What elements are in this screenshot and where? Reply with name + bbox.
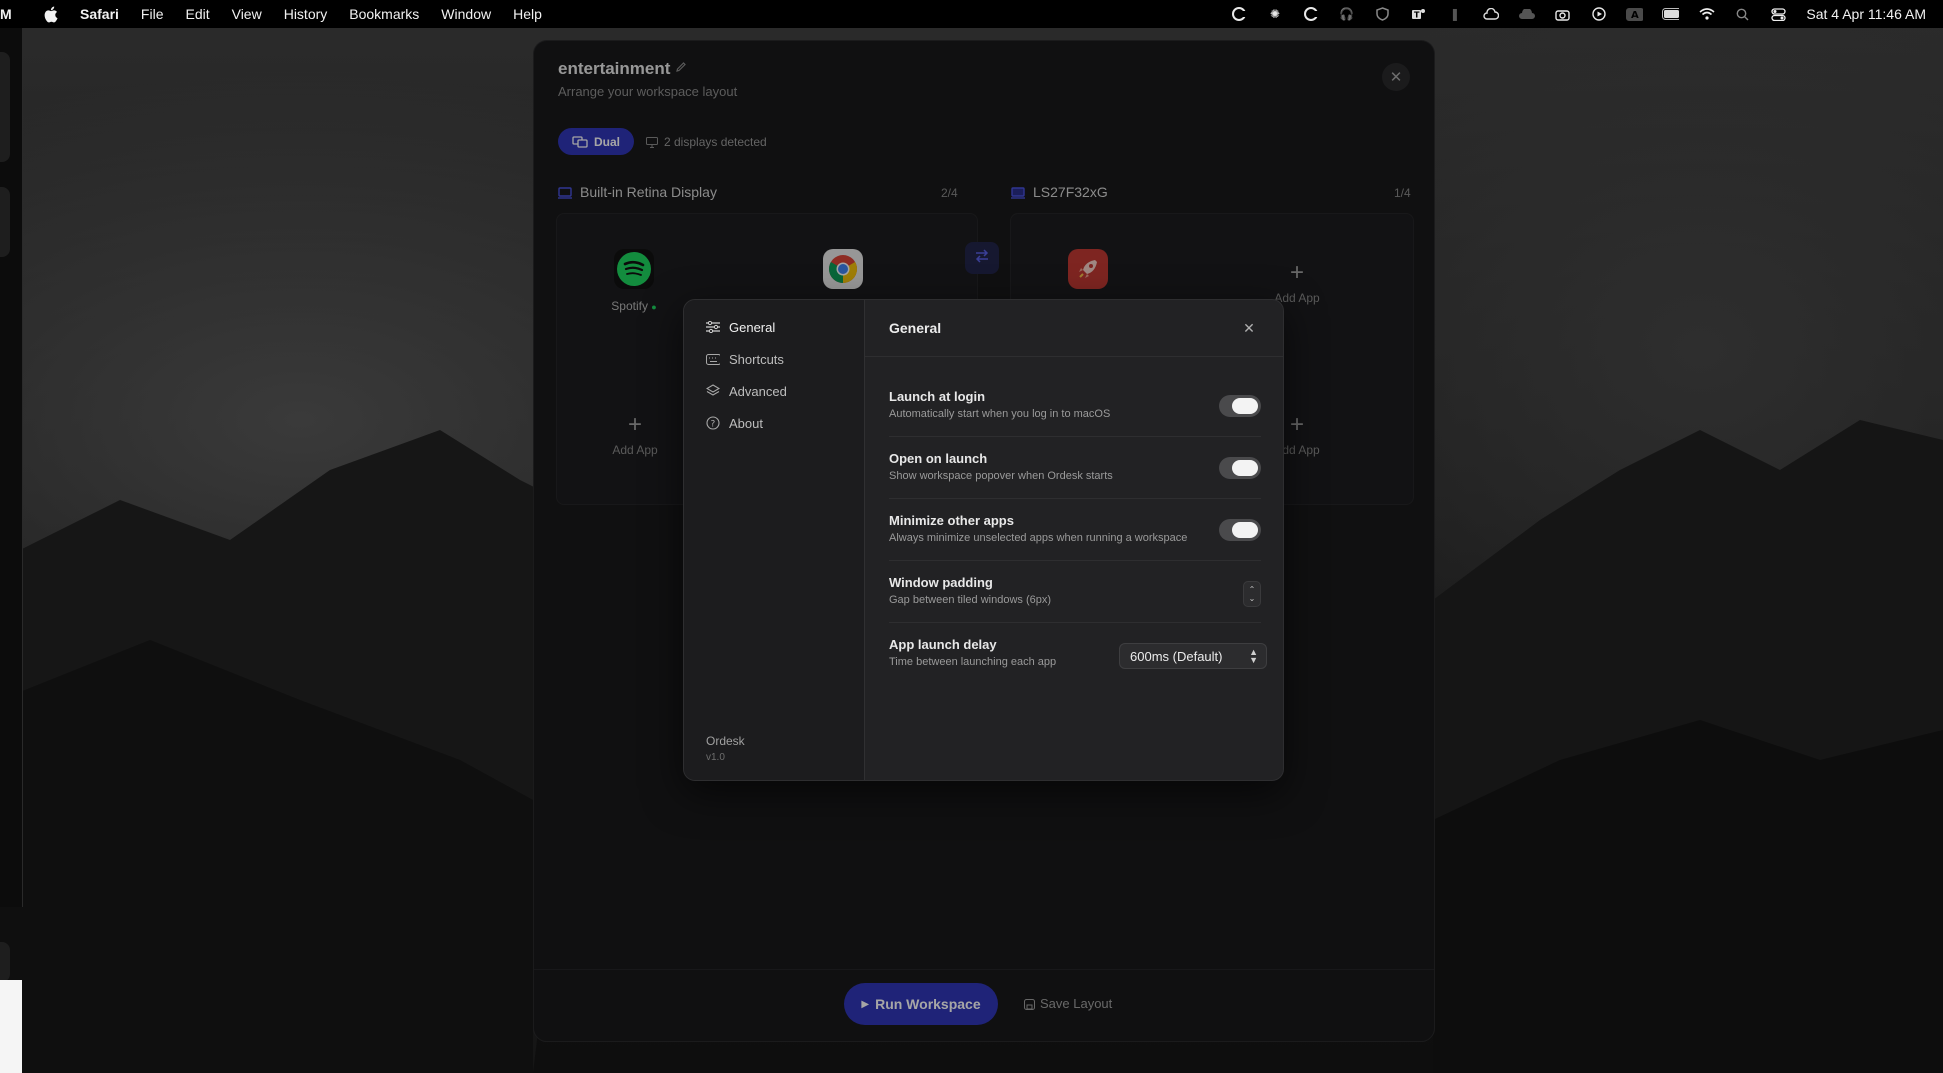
nav-general[interactable]: General [706,317,775,337]
window-padding-stepper[interactable]: ⌃ ⌄ [1243,581,1261,607]
menu-edit[interactable]: Edit [185,6,209,22]
camera-icon[interactable] [1554,7,1571,22]
open-on-launch-toggle[interactable] [1219,457,1261,479]
cloud-icon[interactable] [1518,7,1536,22]
settings-dialog: General Shortcuts Advanced ? About Ordes… [683,299,1284,781]
app-c-icon[interactable] [1230,7,1247,22]
brand-version: v1.0 [706,752,725,763]
nav-advanced[interactable]: Advanced [706,381,787,401]
setting-minimize-other-apps: Minimize other apps Always minimize unse… [889,501,1261,561]
play-icon[interactable] [1590,7,1607,22]
menu-bar: M Safari File Edit View History Bookmark… [0,0,1943,28]
background-window-corner [0,980,22,1073]
cloud-check-icon[interactable] [1482,7,1499,22]
chevron-down-icon[interactable]: ⌄ [1249,594,1256,603]
setting-app-launch-delay: App launch delay Time between launching … [889,625,1267,685]
menu-help[interactable]: Help [513,6,542,22]
clock[interactable]: Sat 4 Apr 11:46 AM [1806,6,1926,22]
brand-name: Ordesk [706,734,745,748]
app-c2-icon[interactable] [1302,7,1319,22]
app-launch-delay-select[interactable]: 600ms (Default) ▲ ▼ [1119,643,1267,669]
question-icon: ? [706,416,720,430]
chevron-updown-icon: ▲ ▼ [1249,647,1258,665]
menu-window[interactable]: Window [441,6,491,22]
setting-open-on-launch: Open on launch Show workspace popover wh… [889,439,1261,499]
menu-file[interactable]: File [141,6,164,22]
headphones-icon[interactable]: 🎧 [1338,7,1355,22]
menubar-cut-text: M [0,6,12,22]
nav-about[interactable]: ? About [706,413,763,433]
shield-icon[interactable] [1374,7,1391,22]
sun-icon[interactable]: ✺ [1266,7,1283,22]
control-center-icon[interactable] [1770,7,1787,22]
figma-icon[interactable]: ❚ [1446,7,1463,22]
nav-shortcuts[interactable]: Shortcuts [706,349,784,369]
settings-sidebar: General Shortcuts Advanced ? About Ordes… [684,300,865,780]
sliders-icon [706,320,720,334]
chevron-up-icon[interactable]: ⌃ [1249,585,1256,594]
layers-icon [706,384,720,398]
keyboard-icon [706,352,720,366]
battery-icon[interactable] [1662,7,1680,22]
svg-text:?: ? [711,420,716,430]
menu-history[interactable]: History [284,6,328,22]
menu-view[interactable]: View [232,6,262,22]
background-window-edge [0,27,23,982]
minimize-other-apps-toggle[interactable] [1219,519,1261,541]
close-icon: ✕ [1243,319,1255,336]
menu-bookmarks[interactable]: Bookmarks [349,6,419,22]
setting-window-padding: Window padding Gap between tiled windows… [889,563,1261,623]
settings-close-button[interactable]: ✕ [1241,320,1257,336]
svg-text:A: A [1631,10,1639,21]
teams-icon[interactable]: T [1410,7,1427,22]
apple-menu-icon[interactable] [42,5,58,23]
menu-app-name[interactable]: Safari [80,6,119,22]
status-area: ✺ 🎧 T ❚ A Sat 4 Apr 11:46 AM [1230,0,1943,28]
launch-at-login-toggle[interactable] [1219,395,1261,417]
wifi-icon[interactable] [1698,7,1715,22]
search-icon[interactable] [1734,7,1751,22]
pane-divider [865,356,1283,357]
setting-launch-at-login: Launch at login Automatically start when… [889,377,1261,437]
pane-title: General [889,320,942,336]
input-a-icon[interactable]: A [1626,7,1644,22]
svg-text:T: T [1414,11,1420,20]
